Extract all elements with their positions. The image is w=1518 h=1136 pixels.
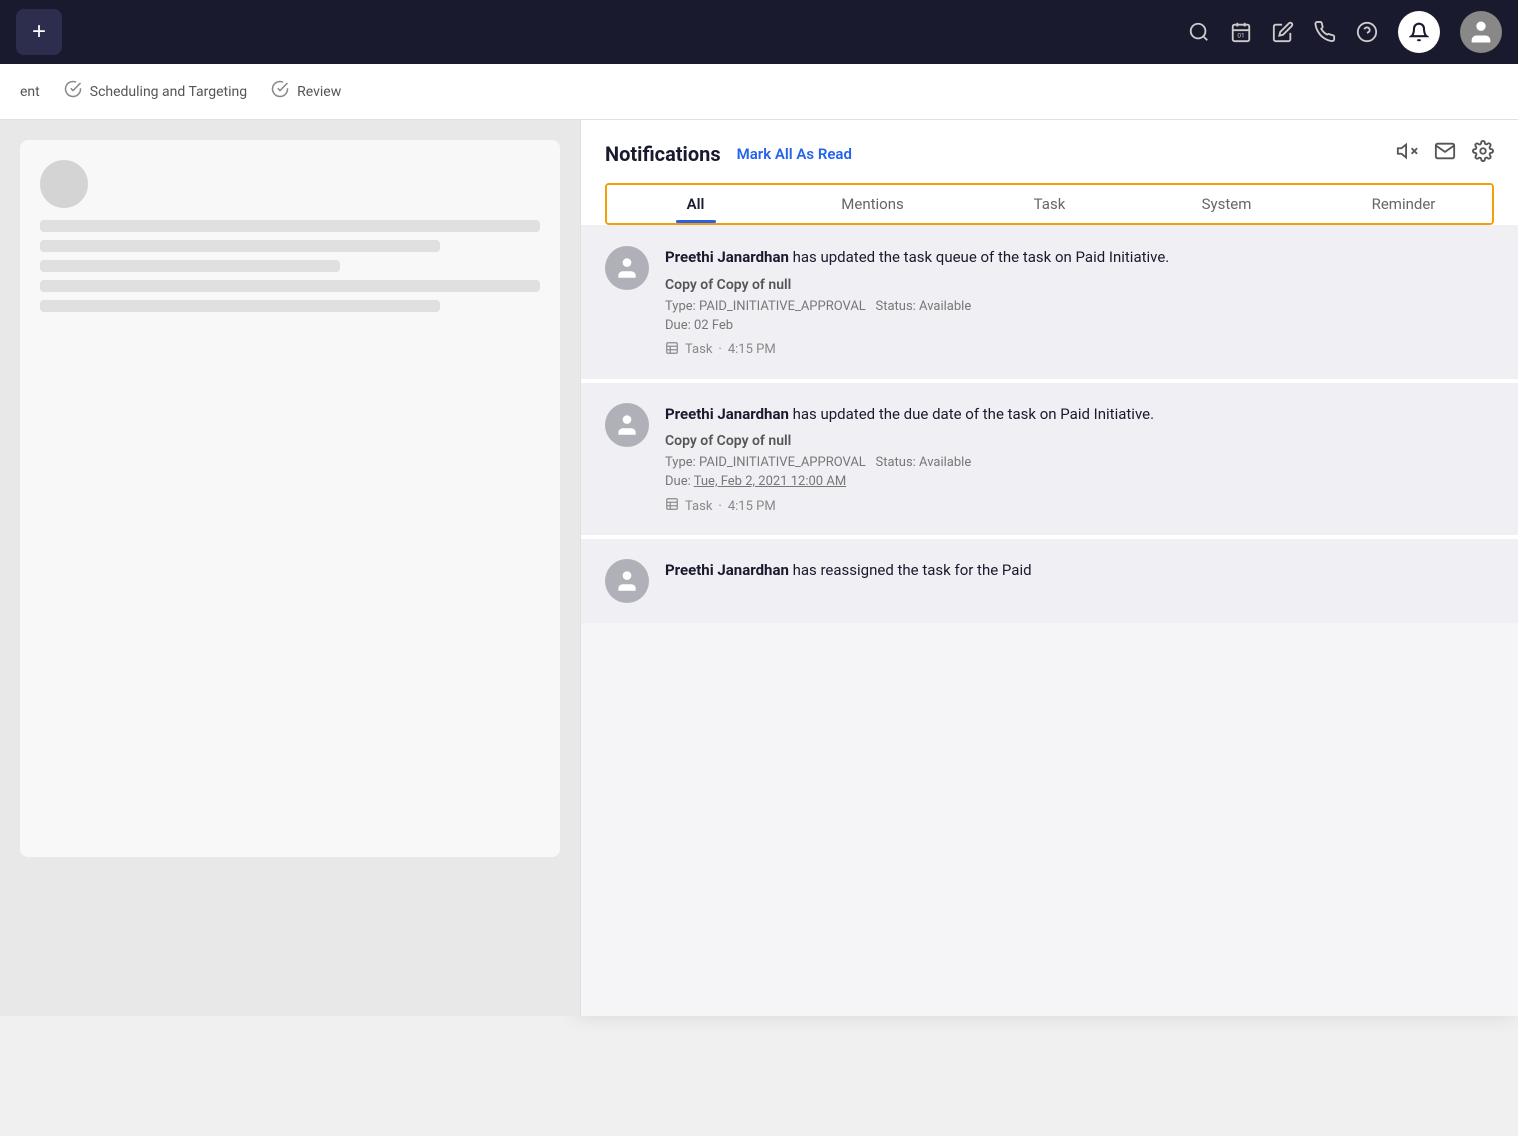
bell-icon[interactable]: [1398, 11, 1440, 53]
notif-subtitle-2: Copy of Copy of null: [665, 433, 1494, 449]
help-icon[interactable]: [1356, 21, 1378, 43]
notif-body-1: Preethi Janardhan has updated the task q…: [665, 246, 1494, 359]
notification-item-2[interactable]: Preethi Janardhan has updated the due da…: [581, 383, 1518, 540]
notif-time-1: 4:15 PM: [728, 342, 776, 357]
left-panel-inner: [20, 140, 560, 857]
breadcrumb-scheduling-label: Scheduling and Targeting: [90, 84, 247, 100]
notif-text-2: Preethi Janardhan has updated the due da…: [665, 403, 1494, 426]
notifications-tabs: All Mentions Task System Reminder: [605, 183, 1494, 225]
breadcrumb-review-label: Review: [297, 84, 341, 100]
notif-due-2: Due: Tue, Feb 2, 2021 12:00 AM: [665, 474, 1494, 489]
mock-line-5: [40, 300, 440, 312]
calendar-icon[interactable]: 01: [1230, 21, 1252, 43]
notifications-title: Notifications: [605, 142, 721, 166]
notif-footer-1: Task · 4:15 PM: [665, 341, 1494, 359]
notification-item-1[interactable]: Preethi Janardhan has updated the task q…: [581, 226, 1518, 383]
mock-line-2: [40, 240, 440, 252]
notif-header-icons: [1396, 140, 1494, 167]
breadcrumb-item-scheduling[interactable]: Scheduling and Targeting: [64, 80, 247, 103]
top-nav-icons: 01: [1188, 11, 1502, 53]
notif-meta-1: Type: PAID_INITIATIVE_APPROVAL Status: A…: [665, 299, 1494, 314]
notif-avatar-3: [605, 559, 649, 603]
notif-time-2: 4:15 PM: [728, 499, 776, 514]
edit-icon[interactable]: [1272, 21, 1294, 43]
notif-text-1: Preethi Janardhan has updated the task q…: [665, 246, 1494, 269]
tab-mentions[interactable]: Mentions: [784, 185, 961, 223]
phone-icon[interactable]: [1314, 21, 1336, 43]
notif-title-row: Notifications Mark All As Read: [605, 140, 1494, 167]
notification-item-3[interactable]: Preethi Janardhan has reassigned the tas…: [581, 539, 1518, 623]
breadcrumb-bar: ent Scheduling and Targeting Review: [0, 64, 1518, 120]
check-icon-review: [271, 80, 289, 103]
check-icon-scheduling: [64, 80, 82, 103]
search-icon[interactable]: [1188, 21, 1210, 43]
tab-all[interactable]: All: [607, 185, 784, 223]
notif-meta-2: Type: PAID_INITIATIVE_APPROVAL Status: A…: [665, 455, 1494, 470]
main-content: Notifications Mark All As Read: [0, 120, 1518, 1016]
email-icon[interactable]: [1434, 140, 1456, 167]
top-nav: + 01: [0, 0, 1518, 64]
mark-all-read-button[interactable]: Mark All As Read: [737, 145, 852, 163]
svg-text:01: 01: [1237, 32, 1244, 40]
notif-subtitle-1: Copy of Copy of null: [665, 277, 1494, 293]
mock-avatar: [40, 160, 88, 208]
tab-task[interactable]: Task: [961, 185, 1138, 223]
notif-due-1: Due: 02 Feb: [665, 318, 1494, 333]
notif-text-3: Preethi Janardhan has reassigned the tas…: [665, 559, 1494, 582]
notif-body-3: Preethi Janardhan has reassigned the tas…: [665, 559, 1494, 603]
notif-avatar-1: [605, 246, 649, 290]
notif-body-2: Preethi Janardhan has updated the due da…: [665, 403, 1494, 516]
task-icon-1: [665, 341, 679, 359]
left-panel: [0, 120, 580, 1016]
tab-reminder[interactable]: Reminder: [1315, 185, 1492, 223]
notif-title-left: Notifications Mark All As Read: [605, 142, 852, 166]
notif-category-1: Task: [685, 342, 712, 357]
notifications-list: Preethi Janardhan has updated the task q…: [581, 226, 1518, 1016]
mute-icon[interactable]: [1396, 140, 1418, 167]
top-nav-left: +: [16, 9, 62, 55]
notif-avatar-2: [605, 403, 649, 447]
breadcrumb-content-label: ent: [20, 84, 40, 100]
settings-icon[interactable]: [1472, 140, 1494, 167]
breadcrumb-item-content[interactable]: ent: [20, 84, 40, 100]
tab-system[interactable]: System: [1138, 185, 1315, 223]
mock-line-3: [40, 260, 340, 272]
mock-line-4: [40, 280, 540, 292]
notifications-header: Notifications Mark All As Read: [581, 120, 1518, 226]
notif-footer-2: Task · 4:15 PM: [665, 497, 1494, 515]
task-icon-2: [665, 497, 679, 515]
mock-line-1: [40, 220, 540, 232]
breadcrumb-item-review[interactable]: Review: [271, 80, 341, 103]
notif-category-2: Task: [685, 499, 712, 514]
add-button[interactable]: +: [16, 9, 62, 55]
avatar[interactable]: [1460, 11, 1502, 53]
notifications-panel: Notifications Mark All As Read: [580, 120, 1518, 1016]
